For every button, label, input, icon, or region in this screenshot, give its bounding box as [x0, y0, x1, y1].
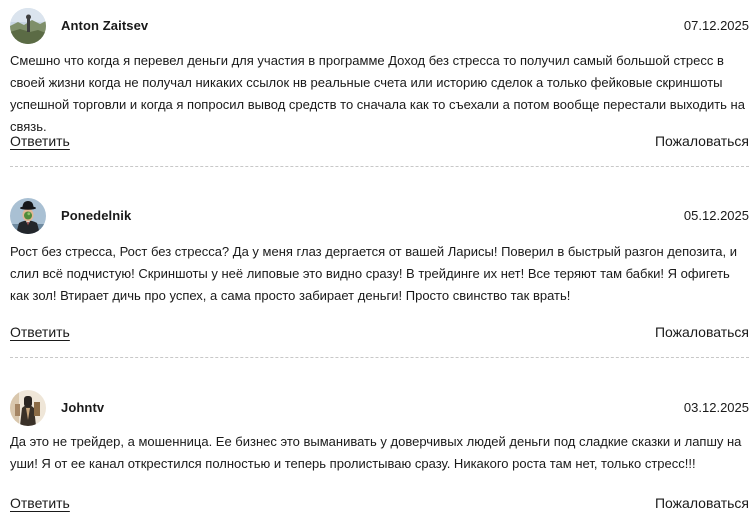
- comment-text: Да это не трейдер, а мошенница. Ее бизне…: [10, 434, 742, 471]
- comment-date: 03.12.2025: [683, 400, 749, 415]
- figure-photo-avatar: [10, 390, 46, 426]
- comment-header: Anton Zaitsev 07.12.2025: [10, 8, 749, 44]
- comment-date: 07.12.2025: [683, 18, 749, 33]
- comment-date: 05.12.2025: [683, 208, 749, 223]
- comment-item: Ponedelnik 05.12.2025 Рост без стресса, …: [10, 198, 749, 340]
- comment-separator: [10, 166, 749, 167]
- bowler-hat-man-avatar: [10, 198, 46, 234]
- comment-item: Johntv 03.12.2025 Да это не трейдер, а м…: [10, 390, 749, 511]
- comment-text: Смешно что когда я перевел деньги для уч…: [10, 53, 745, 134]
- reply-link[interactable]: Ответить: [10, 132, 70, 150]
- report-link[interactable]: Пожаловаться: [655, 132, 749, 150]
- comment-separator: [10, 357, 749, 358]
- comment-text: Рост без стресса, Рост без стресса? Да у…: [10, 244, 737, 303]
- landscape-photo-avatar: [10, 8, 46, 44]
- report-link[interactable]: Пожаловаться: [655, 494, 749, 512]
- comment-item: Anton Zaitsev 07.12.2025 Смешно что когд…: [10, 8, 749, 149]
- comment-header: Johntv 03.12.2025: [10, 390, 749, 426]
- reply-link[interactable]: Ответить: [10, 494, 70, 512]
- comment-author: Anton Zaitsev: [61, 18, 149, 33]
- reply-link[interactable]: Ответить: [10, 323, 70, 341]
- comment-header: Ponedelnik 05.12.2025: [10, 198, 749, 234]
- comment-author: Ponedelnik: [61, 208, 132, 223]
- report-link[interactable]: Пожаловаться: [655, 323, 749, 341]
- comment-author: Johntv: [61, 400, 105, 415]
